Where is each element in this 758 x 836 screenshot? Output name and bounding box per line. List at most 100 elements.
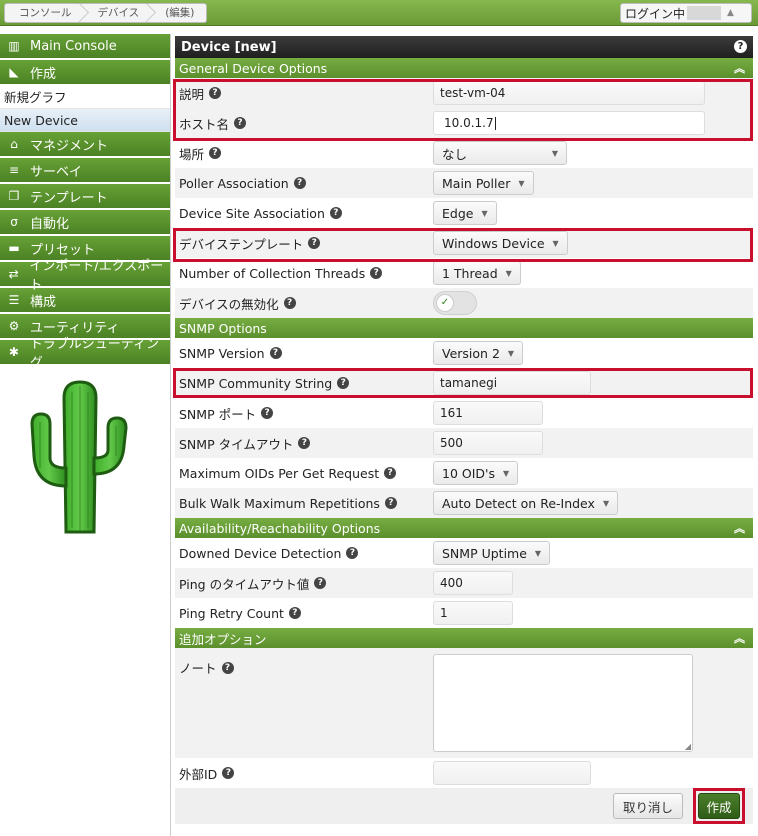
sidebar-item-survey[interactable]: ≡ サーベイ bbox=[0, 158, 170, 182]
location-select[interactable]: なし ▼ bbox=[433, 141, 567, 165]
sidebar-item-label: 作成 bbox=[30, 66, 57, 82]
section-availability-header[interactable]: Availability/Reachability Options ︽ bbox=[175, 518, 753, 538]
external-id-input[interactable] bbox=[433, 761, 591, 785]
help-icon[interactable]: ? bbox=[209, 87, 222, 99]
field-label: Bulk Walk Maximum Repetitions bbox=[179, 495, 380, 511]
snmp-version-select[interactable]: Version 2 ▼ bbox=[433, 341, 524, 365]
sidebar-item-troubleshooting[interactable]: ✱ トラブルシューティング bbox=[0, 337, 170, 371]
page-title: Device [new] bbox=[181, 39, 277, 55]
help-icon[interactable]: ? bbox=[209, 147, 222, 159]
help-icon[interactable]: ? bbox=[370, 267, 383, 279]
help-icon[interactable]: ? bbox=[234, 117, 247, 129]
ping-timeout-input[interactable]: 400 bbox=[433, 571, 513, 595]
ping-retry-input[interactable]: 1 bbox=[433, 601, 513, 625]
disable-device-toggle[interactable]: ✓ bbox=[433, 291, 477, 315]
chevron-down-icon: ▼ bbox=[534, 548, 542, 558]
select-value: Edge bbox=[442, 205, 474, 221]
sidebar-item-label: 自動化 bbox=[30, 216, 70, 232]
row-ping-retry: Ping Retry Count? 1 bbox=[175, 598, 753, 628]
field-label: SNMP タイムアウト bbox=[179, 436, 294, 452]
sidebar-item-templates[interactable]: ❐ テンプレート bbox=[0, 184, 170, 208]
breadcrumb-console[interactable]: コンソール bbox=[5, 4, 83, 22]
help-icon[interactable]: ? bbox=[346, 547, 359, 559]
section-title: Availability/Reachability Options bbox=[179, 520, 381, 536]
help-icon[interactable]: ? bbox=[283, 297, 296, 309]
section-title: General Device Options bbox=[179, 60, 328, 76]
panel-title-bar: Device [new] ? bbox=[175, 36, 753, 58]
field-label: Downed Device Detection bbox=[179, 545, 342, 561]
help-icon[interactable]: ? bbox=[261, 407, 274, 419]
help-icon[interactable]: ? bbox=[384, 467, 397, 479]
field-label: デバイスの無効化 bbox=[179, 296, 279, 312]
sidebar-item-label: Main Console bbox=[30, 38, 117, 54]
help-icon[interactable]: ? bbox=[288, 607, 301, 619]
max-oids-select[interactable]: 10 OID's ▼ bbox=[433, 461, 519, 485]
site-select[interactable]: Edge ▼ bbox=[433, 201, 497, 225]
sidebar: ▥ Main Console ◣ 作成 新規グラフ New Device ⌂ マ… bbox=[0, 34, 171, 836]
row-max-oids: Maximum OIDs Per Get Request? 10 OID's ▼ bbox=[175, 458, 753, 488]
sidebar-item-management[interactable]: ⌂ マネジメント bbox=[0, 132, 170, 156]
map-icon: ▥ bbox=[8, 39, 20, 53]
help-icon[interactable]: ? bbox=[293, 177, 306, 189]
create-button[interactable]: 作成 bbox=[698, 793, 740, 819]
sidebar-item-automation[interactable]: σ 自動化 bbox=[0, 210, 170, 234]
help-icon[interactable]: ? bbox=[314, 577, 327, 589]
caret-up-icon: ▲ bbox=[727, 8, 734, 18]
description-input[interactable]: test-vm-04 bbox=[433, 81, 705, 105]
help-icon[interactable]: ? bbox=[269, 347, 282, 359]
sidebar-item-import-export[interactable]: ⇄ インポート/エクスポート bbox=[0, 259, 170, 293]
section-title: 追加オプション bbox=[179, 631, 267, 647]
sidebar-item-main-console[interactable]: ▥ Main Console bbox=[0, 34, 170, 58]
sidebar-item-label: テンプレート bbox=[30, 190, 108, 206]
sidebar-subitem-new-graphs[interactable]: 新規グラフ bbox=[0, 86, 170, 109]
threads-select[interactable]: 1 Thread ▼ bbox=[433, 261, 521, 285]
sidebar-item-create[interactable]: ◣ 作成 bbox=[0, 60, 170, 84]
form-actions: 取り消し 作成 bbox=[175, 788, 753, 824]
select-value: Main Poller bbox=[442, 175, 511, 191]
row-hostname: ホスト名? 10.0.1.7 bbox=[175, 108, 753, 138]
collapse-chevron-icon[interactable]: ︽ bbox=[734, 520, 745, 536]
field-label: ノート bbox=[179, 661, 217, 676]
help-icon[interactable]: ? bbox=[384, 497, 397, 509]
chevron-down-icon: ▼ bbox=[502, 468, 510, 478]
collapse-chevron-icon[interactable]: ︽ bbox=[734, 630, 745, 646]
bug-icon: ✱ bbox=[8, 345, 19, 359]
section-general-header[interactable]: General Device Options ︽ bbox=[175, 58, 753, 78]
collapse-chevron-icon[interactable]: ︽ bbox=[734, 60, 745, 76]
help-icon[interactable]: ? bbox=[337, 377, 350, 389]
top-bar: コンソール デバイス (編集) ログイン中 ▲ bbox=[0, 0, 758, 26]
row-downed-detection: Downed Device Detection? SNMP Uptime ▼ bbox=[175, 538, 753, 568]
chevron-down-icon: ▼ bbox=[505, 268, 512, 278]
row-snmp-timeout: SNMP タイムアウト? 500 bbox=[175, 428, 753, 458]
field-label: Device Site Association bbox=[179, 205, 325, 221]
snmp-port-input[interactable]: 161 bbox=[433, 401, 543, 425]
field-label: SNMP Community String bbox=[179, 375, 333, 391]
field-label: 場所 bbox=[179, 146, 205, 162]
help-icon[interactable]: ? bbox=[329, 207, 342, 219]
device-form-panel: Device [new] ? General Device Options ︽ … bbox=[175, 36, 753, 824]
help-icon[interactable]: ? bbox=[221, 661, 234, 674]
template-select[interactable]: Windows Device ▼ bbox=[433, 231, 568, 255]
resize-grip-icon[interactable]: ◢ bbox=[685, 742, 691, 751]
downed-detection-select[interactable]: SNMP Uptime ▼ bbox=[433, 541, 551, 565]
help-icon[interactable]: ? bbox=[308, 237, 321, 249]
notes-textarea[interactable]: ◢ bbox=[433, 654, 693, 752]
snmp-community-input[interactable]: tamanegi bbox=[433, 371, 591, 395]
poller-select[interactable]: Main Poller ▼ bbox=[433, 171, 534, 195]
login-menu[interactable]: ログイン中 ▲ bbox=[620, 3, 752, 23]
help-icon[interactable]: ? bbox=[298, 437, 311, 449]
section-additional-header[interactable]: 追加オプション ︽ bbox=[175, 628, 753, 648]
field-label: SNMP ポート bbox=[179, 406, 257, 422]
help-icon[interactable]: ? bbox=[222, 767, 235, 779]
breadcrumb-edit: (編集) bbox=[165, 7, 195, 19]
help-icon[interactable]: ? bbox=[734, 40, 747, 53]
sidebar-subitem-new-device[interactable]: New Device bbox=[0, 109, 170, 132]
bulk-walk-select[interactable]: Auto Detect on Re-Index ▼ bbox=[433, 491, 619, 515]
home-icon: ⌂ bbox=[10, 137, 18, 151]
hostname-input[interactable]: 10.0.1.7 bbox=[433, 111, 705, 135]
field-label: Poller Association bbox=[179, 175, 289, 191]
cancel-button[interactable]: 取り消し bbox=[613, 793, 683, 819]
breadcrumb-devices[interactable]: デバイス bbox=[84, 4, 152, 22]
row-snmp-community: SNMP Community String? tamanegi bbox=[175, 368, 753, 398]
snmp-timeout-input[interactable]: 500 bbox=[433, 431, 543, 455]
